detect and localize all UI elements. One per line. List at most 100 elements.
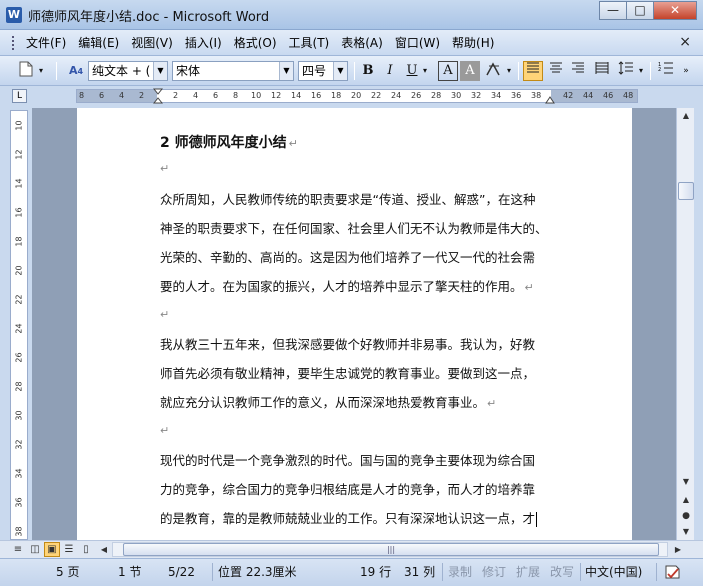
align-center-button[interactable] [546, 61, 566, 81]
style-value: 纯文本 + ( [92, 64, 151, 78]
reading-layout-view-icon[interactable]: ▯ [78, 542, 94, 557]
status-track-changes[interactable]: 修订 [482, 564, 506, 580]
document-page[interactable]: 2 师德师风年度小结 ↵ ↵ 众所周知，人民教师传统的职责要求是“传道、授业、解惑… [77, 108, 632, 540]
font-combo[interactable]: 宋体 ▼ [172, 61, 294, 81]
status-language[interactable]: 中文(中国) [585, 564, 642, 580]
text-line: 力的竞争，综合国力的竞争归根结底是人才的竞争，而人才的培养靠 [160, 482, 536, 497]
close-document-button[interactable]: × [679, 34, 691, 50]
asian-layout-icon[interactable] [484, 61, 504, 81]
font-dropdown-arrow-icon[interactable]: ▼ [279, 62, 293, 80]
toolbar-separator [354, 62, 355, 80]
menu-format[interactable]: 格式(O) [228, 35, 283, 51]
bold-button[interactable]: B [358, 61, 378, 81]
ruler-mark: 4 [119, 91, 125, 100]
tab-selector[interactable]: L [12, 89, 27, 103]
vertical-scrollbar[interactable]: ▲ ▼ ▲ ● ▼ [676, 108, 694, 540]
paragraph-1[interactable]: 众所周知，人民教师传统的职责要求是“传道、授业、解惑”，在这种 神圣的职责要求下… [160, 185, 555, 302]
new-document-icon[interactable] [16, 61, 36, 81]
status-extend[interactable]: 扩展 [516, 564, 540, 580]
ruler-mark: 46 [603, 91, 614, 100]
status-separator [212, 563, 213, 581]
line-spacing-icon[interactable] [616, 61, 636, 81]
vruler-mark: 14 [14, 178, 24, 189]
right-indent-marker-icon[interactable] [545, 94, 555, 104]
menu-file[interactable]: 文件(F) [20, 35, 72, 51]
character-border-button[interactable]: A [438, 61, 458, 81]
toolbar-options-icon[interactable]: » [680, 61, 692, 81]
status-overtype[interactable]: 改写 [550, 564, 574, 580]
numbering-icon[interactable]: 12 [656, 61, 676, 81]
ruler-mark: 30 [451, 91, 462, 100]
font-size-combo[interactable]: 四号 ▼ [298, 61, 348, 81]
ruler-mark: 2 [173, 91, 179, 100]
distributed-align-button[interactable] [592, 61, 612, 81]
svg-text:2: 2 [658, 67, 661, 73]
menu-insert[interactable]: 插入(I) [179, 35, 228, 51]
close-window-button[interactable]: ✕ [653, 1, 697, 20]
word-app-icon[interactable]: W [6, 7, 22, 23]
character-shading-button[interactable]: A [460, 61, 480, 81]
text-line: 光荣的、辛勤的、高尚的。这是因为他们培养了一代又一代的社会需 [160, 250, 536, 265]
previous-page-icon[interactable]: ▲ [678, 492, 694, 508]
print-layout-view-icon[interactable]: ▣ [44, 542, 60, 557]
vertical-scroll-thumb[interactable] [678, 182, 694, 200]
line-spacing-dropdown-arrow-icon[interactable]: ▾ [636, 61, 646, 81]
underline-button[interactable]: U [402, 61, 422, 81]
menu-window[interactable]: 窗口(W) [389, 35, 446, 51]
ruler-mark: 36 [511, 91, 522, 100]
underline-dropdown-arrow-icon[interactable]: ▾ [420, 61, 430, 81]
window-controls: — □ ✕ [599, 1, 697, 20]
italic-button[interactable]: I [380, 61, 400, 81]
asian-layout-dropdown-arrow-icon[interactable]: ▾ [504, 61, 514, 81]
empty-paragraph[interactable]: ↵ [160, 162, 169, 175]
vertical-ruler[interactable]: 10 12 14 16 18 20 22 24 26 28 30 32 34 3… [10, 110, 28, 540]
menu-tools[interactable]: 工具(T) [283, 35, 336, 51]
align-justify-button[interactable] [523, 61, 543, 81]
left-indent-marker-icon[interactable] [153, 88, 163, 104]
align-right-button[interactable] [568, 61, 588, 81]
normal-view-icon[interactable]: ≡ [10, 542, 26, 557]
ruler-mark: 14 [291, 91, 302, 100]
ruler-mark: 8 [233, 91, 239, 100]
horizontal-scroll-track[interactable]: ||| [112, 542, 668, 557]
style-dropdown-arrow-icon[interactable]: ▼ [153, 62, 167, 80]
maximize-button[interactable]: □ [626, 1, 654, 20]
menu-edit[interactable]: 编辑(E) [72, 35, 125, 51]
text-line: 众所周知，人民教师传统的职责要求是“传道、授业、解惑”，在这种 [160, 192, 536, 207]
title-bar: W 师德师风年度小结.doc - Microsoft Word — □ ✕ [0, 0, 703, 30]
menu-help[interactable]: 帮助(H) [446, 35, 500, 51]
ruler-row: L 8 6 4 2 2 4 6 8 10 12 14 16 18 20 22 2… [0, 86, 703, 106]
menu-view[interactable]: 视图(V) [125, 35, 179, 51]
empty-paragraph[interactable]: ↵ [160, 424, 169, 437]
document-heading[interactable]: 2 师德师风年度小结 ↵ [160, 132, 298, 152]
status-page-of: 5/22 [168, 565, 195, 579]
view-and-hscroll-bar: ≡ ◫ ▣ ☰ ▯ ◀ ||| ▶ [0, 540, 703, 558]
next-page-icon[interactable]: ▼ [678, 524, 694, 540]
scroll-down-arrow-icon[interactable]: ▼ [678, 474, 694, 490]
vruler-mark: 32 [14, 439, 24, 450]
web-layout-view-icon[interactable]: ◫ [27, 542, 43, 557]
style-combo[interactable]: 纯文本 + ( ▼ [88, 61, 168, 81]
empty-paragraph[interactable]: ↵ [160, 308, 169, 321]
menubar-grip-handle[interactable] [12, 36, 15, 50]
horizontal-scroll-thumb[interactable]: ||| [123, 543, 659, 556]
text-line: 我从教三十五年来，但我深感要做个好教师并非易事。我认为，好教 [160, 337, 536, 352]
select-browse-object-icon[interactable]: ● [678, 508, 694, 524]
size-dropdown-arrow-icon[interactable]: ▼ [333, 62, 347, 80]
ruler-mark: 10 [251, 91, 262, 100]
minimize-button[interactable]: — [599, 1, 627, 20]
new-dropdown-arrow-icon[interactable]: ▾ [36, 61, 46, 81]
status-record[interactable]: 录制 [448, 564, 472, 580]
scroll-right-arrow-icon[interactable]: ▶ [670, 542, 686, 557]
menu-bar: 文件(F) 编辑(E) 视图(V) 插入(I) 格式(O) 工具(T) 表格(A… [0, 30, 703, 56]
scroll-left-arrow-icon[interactable]: ◀ [96, 542, 112, 557]
styles-formatting-icon[interactable]: A4 [66, 61, 86, 81]
horizontal-ruler[interactable]: 8 6 4 2 2 4 6 8 10 12 14 16 18 20 22 24 … [76, 88, 638, 104]
scroll-up-arrow-icon[interactable]: ▲ [678, 108, 694, 124]
menu-table[interactable]: 表格(A) [335, 35, 389, 51]
paragraph-3[interactable]: 现代的时代是一个竞争激烈的时代。国与国的竞争主要体现为综合国 力的竞争，综合国力… [160, 446, 555, 533]
spelling-grammar-status-icon[interactable] [664, 564, 682, 580]
status-bar: 5 页 1 节 5/22 位置 22.3厘米 19 行 31 列 录制 修订 扩… [0, 558, 703, 586]
outline-view-icon[interactable]: ☰ [61, 542, 77, 557]
paragraph-2[interactable]: 我从教三十五年来，但我深感要做个好教师并非易事。我认为，好教 师首先必须有敬业精… [160, 330, 555, 418]
